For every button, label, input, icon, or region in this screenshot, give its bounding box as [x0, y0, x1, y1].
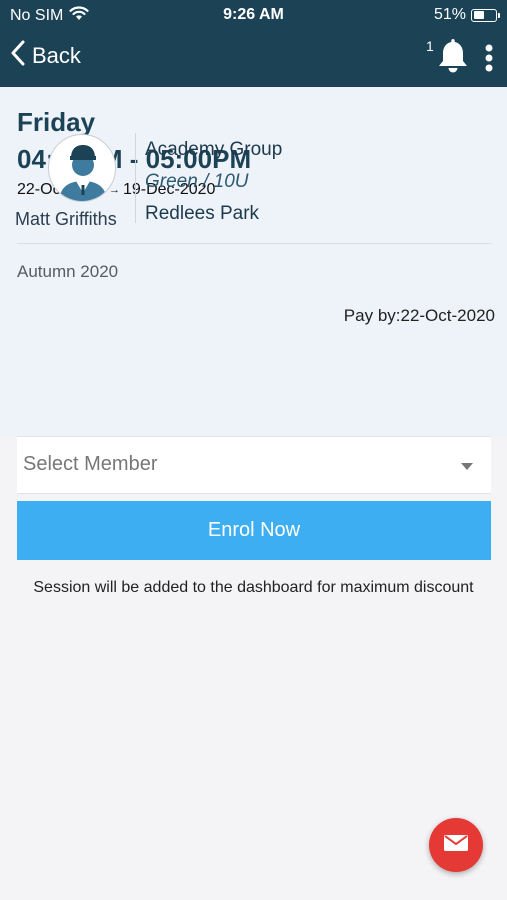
- coach-avatar: [48, 134, 116, 202]
- divider: [17, 243, 492, 244]
- coach-block: Matt Griffiths: [15, 132, 135, 232]
- notification-count: 1: [426, 38, 434, 54]
- email-fab-button[interactable]: [429, 818, 483, 872]
- clock: 9:26 AM: [223, 6, 284, 23]
- status-bar: No SIM 9:26 AM 51%: [0, 0, 507, 30]
- back-button[interactable]: Back: [10, 40, 81, 72]
- nav-bar: Back 1: [0, 30, 507, 87]
- enrol-note: Session will be added to the dashboard f…: [33, 579, 474, 596]
- term-label: Autumn 2020: [17, 262, 119, 281]
- chevron-left-icon: [10, 40, 26, 72]
- back-label: Back: [32, 43, 81, 68]
- session-info: Academy Group Green / 10U Redlees Park: [145, 138, 282, 234]
- caret-down-icon: [461, 463, 473, 470]
- envelope-icon: [443, 833, 469, 858]
- pay-by-date: Pay by:22-Oct-2020: [343, 306, 495, 325]
- top-app-bar: No SIM 9:26 AM 51% Back 1: [0, 0, 507, 87]
- battery-icon: [471, 8, 500, 22]
- divider: [135, 133, 136, 223]
- select-member-dropdown[interactable]: Select Member: [17, 436, 491, 494]
- battery-percent: 51%: [433, 6, 466, 23]
- select-member-placeholder: Select Member: [23, 453, 158, 475]
- notifications-button[interactable]: 1: [426, 36, 471, 76]
- bell-icon: [435, 39, 471, 80]
- enrol-now-button[interactable]: Enrol Now: [17, 501, 491, 560]
- coach-name: Matt Griffiths: [15, 209, 117, 229]
- more-options-button[interactable]: [481, 44, 497, 74]
- group-name: Academy Group: [145, 139, 283, 160]
- group-level: Green / 10U: [145, 171, 249, 192]
- venue-name: Redlees Park: [145, 203, 260, 224]
- more-vertical-icon: [481, 44, 497, 78]
